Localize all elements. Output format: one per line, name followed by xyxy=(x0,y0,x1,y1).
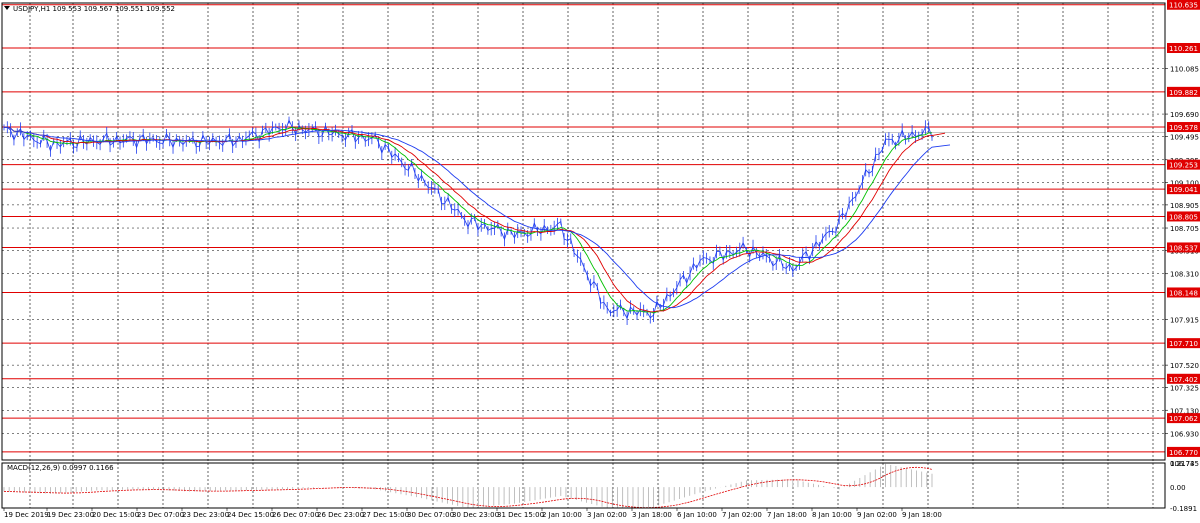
level-tag-text: 107.402 xyxy=(1169,376,1198,384)
level-tag-108.148: 108.148 xyxy=(1167,287,1200,298)
level-tag-text: 107.710 xyxy=(1169,340,1198,348)
x-tick-label: 3 Jan 18:00 xyxy=(632,511,672,519)
level-tag-text: 108.805 xyxy=(1169,213,1198,221)
main-chart-header: USDJPY,H1 109.553 109.567 109.551 109.55… xyxy=(4,5,175,13)
level-tag-text: 106.770 xyxy=(1169,449,1198,457)
y-tick-label: 106.930 xyxy=(1170,430,1199,438)
macd-title: MACD(12,26,9) 0.0997 0.1166 xyxy=(7,464,114,472)
level-tag-106.770: 106.770 xyxy=(1167,446,1200,457)
level-tag-text: 109.041 xyxy=(1169,186,1198,194)
x-tick-label: 30 Dec 07:00 xyxy=(407,511,454,519)
x-tick-label: 20 Dec 15:00 xyxy=(92,511,139,519)
y-tick-label: 107.915 xyxy=(1170,316,1199,324)
x-tick-label: 31 Dec 15:00 xyxy=(497,511,544,519)
x-tick-label: 30 Dec 23:00 xyxy=(452,511,499,519)
x-tick-label: 9 Jan 02:00 xyxy=(857,511,897,519)
level-tag-110.261: 110.261 xyxy=(1167,43,1200,54)
level-tag-text: 108.537 xyxy=(1169,244,1198,252)
y-tick-label: 108.310 xyxy=(1170,271,1199,279)
macd-top-label: 106.735 xyxy=(1170,460,1199,468)
x-tick-label: 7 Jan 18:00 xyxy=(767,511,807,519)
y-tick-label: 108.905 xyxy=(1170,202,1199,210)
x-tick-label: 19 Dec 2019 xyxy=(4,511,49,519)
level-tag-109.253: 109.253 xyxy=(1167,159,1200,170)
x-tick-label: 2 Jan 10:00 xyxy=(542,511,582,519)
level-tag-text: 107.062 xyxy=(1169,415,1198,423)
macd-y-tick-label: 0.00 xyxy=(1170,484,1186,492)
level-tag-text: 109.882 xyxy=(1169,89,1198,97)
price-chart[interactable]: 110.085109.690109.495109.295109.100108.9… xyxy=(0,0,1200,523)
level-tag-110.635: 110.635 xyxy=(1167,0,1200,10)
level-tag-108.537: 108.537 xyxy=(1167,242,1200,253)
x-tick-label: 3 Jan 02:00 xyxy=(587,511,627,519)
level-tag-text: 110.635 xyxy=(1169,2,1198,10)
x-tick-label: 23 Dec 07:00 xyxy=(137,511,184,519)
level-tag-text: 110.261 xyxy=(1169,45,1198,53)
y-tick-label: 109.690 xyxy=(1170,111,1199,119)
y-tick-label: 107.325 xyxy=(1170,385,1199,393)
macd-y-tick-label: -0.1891 xyxy=(1170,505,1197,513)
x-tick-label: 19 Dec 23:00 xyxy=(47,511,94,519)
level-tag-109.578: 109.578 xyxy=(1167,122,1200,133)
level-tag-109.041: 109.041 xyxy=(1167,184,1200,195)
macd-header: MACD(12,26,9) 0.0997 0.1166 xyxy=(7,464,114,472)
level-tag-108.805: 108.805 xyxy=(1167,211,1200,222)
x-tick-label: 8 Jan 10:00 xyxy=(812,511,852,519)
x-tick-label: 26 Dec 23:00 xyxy=(317,511,364,519)
y-tick-label: 109.495 xyxy=(1170,134,1199,142)
x-tick-label: 9 Jan 18:00 xyxy=(902,511,942,519)
level-tag-107.710: 107.710 xyxy=(1167,338,1200,349)
y-tick-label: 107.520 xyxy=(1170,362,1199,370)
level-tag-text: 108.148 xyxy=(1169,289,1198,297)
y-tick-label: 108.705 xyxy=(1170,225,1199,233)
level-tag-107.062: 107.062 xyxy=(1167,413,1200,424)
x-tick-label: 27 Dec 15:00 xyxy=(362,511,409,519)
x-tick-label: 26 Dec 07:00 xyxy=(272,511,319,519)
x-tick-label: 6 Jan 10:00 xyxy=(677,511,717,519)
main-chart-title: USDJPY,H1 109.553 109.567 109.551 109.55… xyxy=(13,5,175,13)
x-tick-label: 23 Dec 23:00 xyxy=(182,511,229,519)
x-tick-label: 24 Dec 15:00 xyxy=(227,511,274,519)
x-tick-label: 7 Jan 02:00 xyxy=(722,511,762,519)
level-tag-text: 109.253 xyxy=(1169,162,1198,170)
level-tag-109.882: 109.882 xyxy=(1167,86,1200,97)
level-tag-text: 109.578 xyxy=(1169,124,1198,132)
y-tick-label: 110.085 xyxy=(1170,65,1199,73)
chart-window[interactable]: 110.085109.690109.495109.295109.100108.9… xyxy=(0,0,1200,523)
level-tag-107.402: 107.402 xyxy=(1167,373,1200,384)
